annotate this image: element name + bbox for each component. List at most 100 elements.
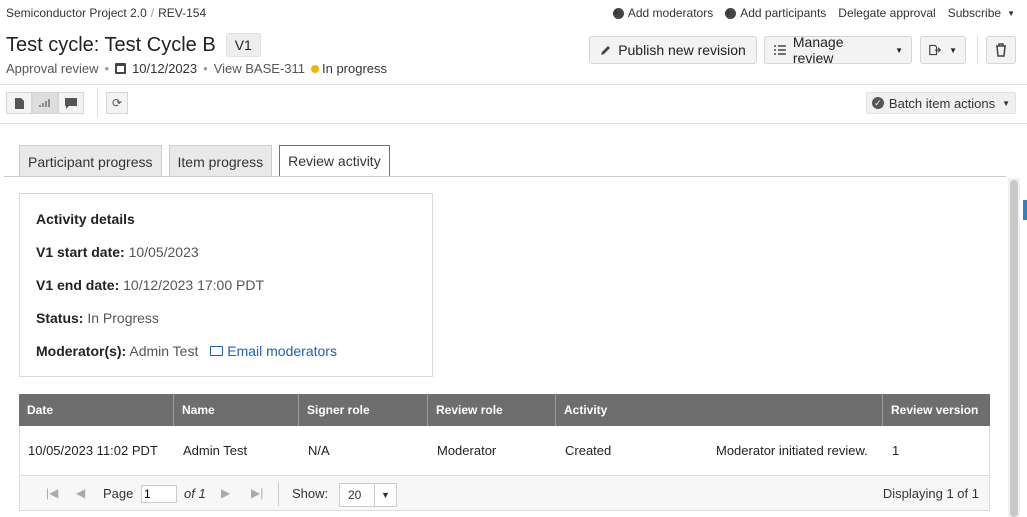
email-moderators-label: Email moderators xyxy=(227,343,337,359)
table-header: Date Name Signer role Review role Activi… xyxy=(19,394,990,426)
details-heading: Activity details xyxy=(36,211,135,227)
column-header-name[interactable]: Name xyxy=(174,394,299,426)
top-bar: Semiconductor Project 2.0/REV-154 + Add m… xyxy=(0,0,1027,24)
tab-participant-progress[interactable]: Participant progress xyxy=(19,145,162,177)
displaying-count: Displaying 1 of 1 xyxy=(882,486,979,501)
status-label: Status: xyxy=(36,310,84,326)
subscribe-label: Subscribe xyxy=(947,6,1002,20)
delete-button[interactable] xyxy=(986,36,1016,64)
document-view-button[interactable] xyxy=(6,92,32,114)
edge-marker xyxy=(1023,200,1027,220)
column-header-review-role[interactable]: Review role xyxy=(428,394,556,426)
cell-review-role: Moderator xyxy=(437,442,497,458)
manage-review-button[interactable]: Manage review ▼ xyxy=(764,34,912,66)
cell-review-version: 1 xyxy=(892,442,900,458)
comment-icon xyxy=(65,97,77,109)
export-button[interactable]: ▼ xyxy=(920,36,966,64)
document-icon xyxy=(14,97,24,109)
divider xyxy=(278,482,279,506)
scrollbar-thumb[interactable] xyxy=(1010,180,1018,517)
end-date-label: V1 end date: xyxy=(36,277,120,293)
top-links: + Add moderators + Add participants Delega… xyxy=(612,6,1015,20)
divider xyxy=(0,84,1027,85)
add-moderators-link[interactable]: + Add moderators xyxy=(612,6,714,20)
batch-actions-button[interactable]: ✓ Batch item actions ▼ xyxy=(866,92,1016,114)
end-date-value: 10/12/2023 17:00 PDT xyxy=(123,277,265,293)
status-value: In Progress xyxy=(87,310,159,326)
plus-circle-icon: + xyxy=(725,7,737,19)
add-participants-link[interactable]: + Add participants xyxy=(725,6,826,20)
due-date: 10/12/2023 xyxy=(132,61,198,76)
trash-icon xyxy=(996,43,1006,57)
breadcrumb-separator: / xyxy=(150,6,155,20)
comment-view-button[interactable] xyxy=(58,92,84,114)
status-dot-icon xyxy=(311,64,319,73)
moderator-value: Admin Test xyxy=(129,343,199,359)
breadcrumb-item[interactable]: REV-154 xyxy=(158,6,206,20)
export-icon xyxy=(929,44,942,56)
dot-separator: • xyxy=(104,61,110,76)
status-row: Status: In Progress xyxy=(36,310,159,326)
dot-separator: • xyxy=(203,61,208,76)
show-label: Show: xyxy=(292,486,329,501)
envelope-icon xyxy=(210,346,224,356)
bar-chart-icon xyxy=(39,99,50,107)
activity-details-panel: Activity details V1 start date: 10/05/20… xyxy=(19,193,433,377)
start-date-row: V1 start date: 10/05/2023 xyxy=(36,244,199,260)
chart-view-button[interactable] xyxy=(32,92,58,114)
breadcrumb-project[interactable]: Semiconductor Project 2.0 xyxy=(6,6,147,20)
page-title-row: Test cycle: Test Cycle B V1 xyxy=(6,33,261,57)
subtitle-row: Approval review • 10/12/2023 • View BASE… xyxy=(6,61,387,76)
cell-signer-role: N/A xyxy=(308,442,330,458)
view-link[interactable]: View BASE-311 xyxy=(214,61,305,76)
refresh-icon: ⟳ xyxy=(111,96,123,110)
refresh-button[interactable]: ⟳ xyxy=(106,92,128,114)
first-page-icon[interactable]: |◀ xyxy=(46,486,58,500)
page-total: of 1 xyxy=(184,486,206,501)
tab-item-progress[interactable]: Item progress xyxy=(168,145,273,177)
version-badge: V1 xyxy=(225,33,261,57)
breadcrumb: Semiconductor Project 2.0/REV-154 xyxy=(6,6,206,20)
column-header-activity[interactable]: Activity xyxy=(556,394,883,426)
publish-revision-button[interactable]: Publish new revision xyxy=(589,36,757,64)
divider xyxy=(0,123,1027,124)
delegate-approval-link[interactable]: Delegate approval xyxy=(838,6,935,20)
start-date-value: 10/05/2023 xyxy=(128,244,199,260)
pencil-icon xyxy=(601,46,611,55)
manage-label: Manage review xyxy=(792,34,844,66)
cell-activity-detail: Moderator initiated review. xyxy=(716,442,868,458)
publish-label: Publish new revision xyxy=(618,42,746,58)
cell-date: 10/05/2023 11:02 PDT xyxy=(28,442,158,458)
prev-page-icon[interactable]: ◀ xyxy=(76,486,85,500)
activity-table: Date Name Signer role Review role Activi… xyxy=(19,394,990,474)
caret-down-icon: ▼ xyxy=(1007,8,1015,18)
column-header-signer-role[interactable]: Signer role xyxy=(299,394,428,426)
add-moderators-label: Add moderators xyxy=(627,6,714,20)
calendar-icon xyxy=(115,63,127,74)
divider xyxy=(97,88,98,118)
page-title: Test cycle: Test Cycle B xyxy=(6,33,216,56)
moderator-label: Moderator(s): xyxy=(36,343,127,359)
divider xyxy=(977,36,978,64)
tab-review-activity[interactable]: Review activity xyxy=(279,145,390,177)
subscribe-dropdown[interactable]: Subscribe ▼ xyxy=(948,6,1015,20)
start-date-label: V1 start date: xyxy=(36,244,125,260)
caret-down-icon: ▼ xyxy=(1002,98,1011,108)
page-size-value: 20 xyxy=(348,488,362,502)
tab-underline xyxy=(4,176,1006,177)
check-circle-icon: ✓ xyxy=(871,97,884,109)
page-size-select[interactable]: 20 ▼ xyxy=(339,483,397,507)
page-number-input[interactable] xyxy=(141,485,177,503)
tab-bar: Participant progress Item progress Revie… xyxy=(19,145,390,177)
column-header-review-version[interactable]: Review version xyxy=(883,394,990,426)
list-check-icon xyxy=(773,45,786,55)
caret-down-icon: ▼ xyxy=(949,45,957,55)
caret-down-icon: ▼ xyxy=(374,484,396,506)
next-page-icon[interactable]: ▶ xyxy=(221,486,230,500)
email-moderators-link[interactable]: Email moderators xyxy=(210,343,337,359)
pagination-bar: |◀ ◀ Page of 1 ▶ ▶| Show: 20 ▼ Displayin… xyxy=(19,475,990,511)
last-page-icon[interactable]: ▶| xyxy=(251,486,263,500)
cell-activity: Created xyxy=(565,442,612,458)
column-header-date[interactable]: Date xyxy=(19,394,174,426)
table-row: 10/05/2023 11:02 PDT Admin Test N/A Mode… xyxy=(19,426,990,474)
